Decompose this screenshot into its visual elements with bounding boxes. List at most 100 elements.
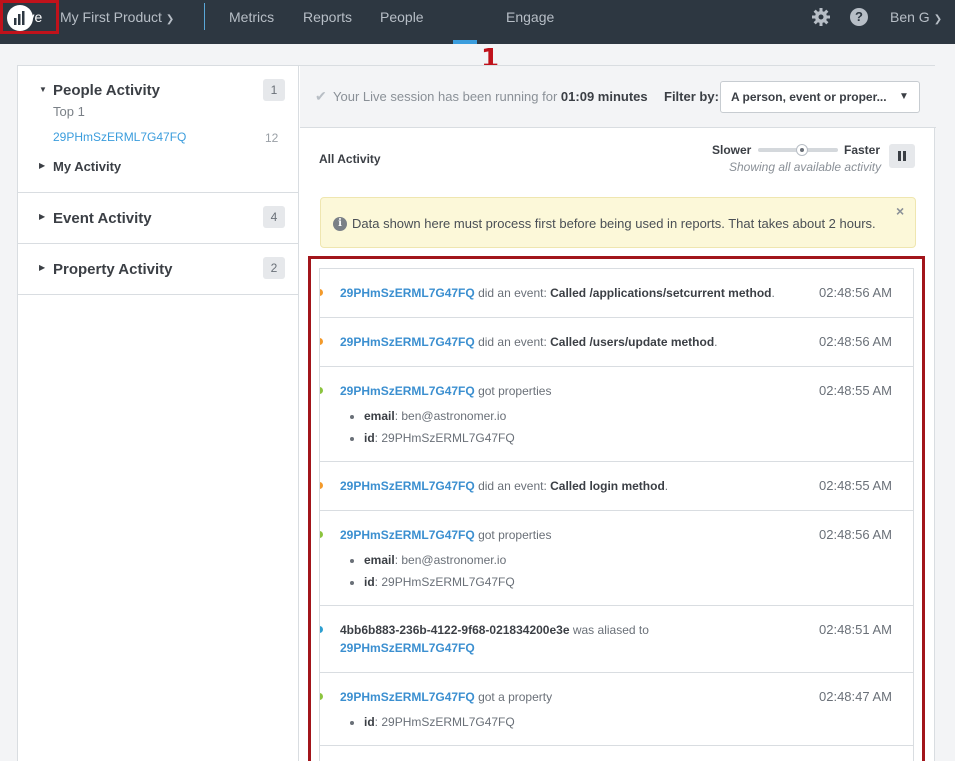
live-main: ✔ Your Live session has been running for… <box>300 66 936 761</box>
people-activity-subtitle: Top 1 <box>53 104 85 119</box>
user-link[interactable]: 29PHmSzERML7G47FQ <box>340 690 475 704</box>
product-name: My First Product <box>60 9 162 25</box>
activity-item: 29PHmSzERML7G47FQ did an event: Called /… <box>320 269 913 318</box>
nav-divider <box>204 3 205 30</box>
activity-time: 02:48:55 AM <box>819 383 892 398</box>
activity-verb: did an event: <box>478 286 547 300</box>
sidebar-people-activity[interactable]: ▼ People Activity 1 Top 1 29PHmSzERML7G4… <box>18 66 298 193</box>
activity-text: 29PHmSzERML7G47FQ got properties <box>340 384 551 398</box>
caret-right-icon: ▶ <box>39 212 46 221</box>
people-activity-title: People Activity <box>53 82 160 99</box>
activity-text: 29PHmSzERML7G47FQ <box>340 641 475 655</box>
activity-item: 4bb6b883-236b-4122-9f68-021834200e3e was… <box>320 606 913 673</box>
notice-text: Data shown here must process first befor… <box>352 216 876 231</box>
check-icon: ✔ <box>315 88 327 104</box>
info-icon: i <box>333 217 347 231</box>
property-value: 29PHmSzERML7G47FQ <box>381 715 515 729</box>
user-link[interactable]: 29PHmSzERML7G47FQ <box>340 641 475 655</box>
activity-verb: got properties <box>478 528 552 542</box>
top-user-link[interactable]: 29PHmSzERML7G47FQ <box>53 130 186 144</box>
activity-verb: was aliased to <box>572 623 649 637</box>
activity-feed: 29PHmSzERML7G47FQ did an event: Called /… <box>319 268 914 761</box>
event-name: Called login method <box>550 479 665 493</box>
all-activity-label: All Activity <box>319 152 381 166</box>
sidebar-property-activity[interactable]: ▶ Property Activity 2 <box>18 244 298 295</box>
nav-reports[interactable]: Reports <box>303 9 352 25</box>
activity-dot-icon <box>320 693 323 700</box>
event-name: Called /applications/setcurrent method <box>550 286 772 300</box>
sidebar-event-activity[interactable]: ▶ Event Activity 4 <box>18 193 298 244</box>
user-name: Ben G <box>890 9 930 25</box>
activity-text: 29PHmSzERML7G47FQ did an event: Called /… <box>340 286 775 300</box>
activity-dot-icon <box>320 387 323 394</box>
filter-select[interactable]: A person, event or proper... ▼ <box>720 81 920 113</box>
activity-dot-icon <box>320 482 323 489</box>
user-link[interactable]: 29PHmSzERML7G47FQ <box>340 286 475 300</box>
activity-text: 29PHmSzERML7G47FQ did an event: Called l… <box>340 479 669 493</box>
activity-item: 29PHmSzERML7G47FQ got properties email: b… <box>320 511 913 606</box>
alias-id: 4bb6b883-236b-4122-9f68-021834200e3e <box>340 623 570 637</box>
live-panel: ▼ People Activity 1 Top 1 29PHmSzERML7G4… <box>17 65 936 761</box>
property-item: id: 29PHmSzERML7G47FQ <box>350 431 515 445</box>
nav-engage[interactable]: Engage <box>506 9 554 25</box>
user-link[interactable]: 29PHmSzERML7G47FQ <box>340 384 475 398</box>
app-logo-icon[interactable] <box>7 5 33 31</box>
event-activity-count: 4 <box>263 206 285 228</box>
product-selector[interactable]: My First Product ❯ <box>60 9 174 25</box>
activity-time: 02:48:56 AM <box>819 527 892 542</box>
top-user-count: 12 <box>265 131 279 145</box>
property-item: id: 29PHmSzERML7G47FQ <box>350 715 515 729</box>
property-activity-title: Property Activity <box>53 261 173 278</box>
caret-down-icon: ▼ <box>899 91 909 102</box>
nav-metrics[interactable]: Metrics <box>229 9 274 25</box>
slower-label: Slower <box>712 143 752 157</box>
activity-verb: did an event: <box>478 335 547 349</box>
user-link[interactable]: 29PHmSzERML7G47FQ <box>340 335 475 349</box>
activity-item <box>320 746 913 761</box>
caret-right-icon: ▶ <box>39 263 46 272</box>
property-value: 29PHmSzERML7G47FQ <box>381 431 515 445</box>
activity-time: 02:48:55 AM <box>819 478 892 493</box>
activity-text: 4bb6b883-236b-4122-9f68-021834200e3e was… <box>340 623 649 637</box>
filter-value: A person, event or proper... <box>731 90 887 104</box>
people-activity-count: 1 <box>263 79 285 101</box>
active-tab-indicator <box>453 40 477 44</box>
activity-item: 29PHmSzERML7G47FQ got a property id: 29PH… <box>320 673 913 746</box>
activity-text: 29PHmSzERML7G47FQ got properties <box>340 528 551 542</box>
event-activity-title: Event Activity <box>53 210 152 227</box>
session-status: Your Live session has been running for 0… <box>333 89 648 104</box>
user-link[interactable]: 29PHmSzERML7G47FQ <box>340 528 475 542</box>
close-icon[interactable]: × <box>896 203 904 219</box>
activity-time: 02:48:47 AM <box>819 689 892 704</box>
activity-dot-icon <box>320 531 323 538</box>
activity-time: 02:48:56 AM <box>819 334 892 349</box>
my-activity-item[interactable]: My Activity <box>53 159 121 174</box>
chevron-down-icon: ❯ <box>933 14 943 25</box>
activity-dot-icon <box>320 289 323 296</box>
caret-right-icon: ▶ <box>39 161 46 170</box>
activity-item: 29PHmSzERML7G47FQ got properties email: b… <box>320 367 913 462</box>
nav-people[interactable]: People <box>380 9 424 25</box>
property-key: email <box>364 409 395 423</box>
gear-icon[interactable] <box>811 7 831 27</box>
top-nav: My First Product ❯ Metrics Reports People… <box>0 0 955 44</box>
user-link[interactable]: 29PHmSzERML7G47FQ <box>340 479 475 493</box>
user-menu[interactable]: Ben G ❯ <box>890 9 942 25</box>
status-bar: ✔ Your Live session has been running for… <box>300 66 936 128</box>
property-key: id <box>364 431 375 445</box>
speed-slider-handle[interactable] <box>796 144 808 156</box>
property-key: id <box>364 575 375 589</box>
activity-dot-icon <box>320 626 323 633</box>
pause-button[interactable] <box>889 144 915 168</box>
activity-verb: got properties <box>478 384 552 398</box>
activity-time: 02:48:51 AM <box>819 622 892 637</box>
sidebar: ▼ People Activity 1 Top 1 29PHmSzERML7G4… <box>18 66 299 761</box>
property-value: 29PHmSzERML7G47FQ <box>381 575 515 589</box>
help-icon[interactable]: ? <box>850 8 868 26</box>
property-value: ben@astronomer.io <box>401 553 507 567</box>
session-time: 01:09 minutes <box>560 89 648 104</box>
showing-note: Showing all available activity <box>729 160 882 174</box>
property-item: email: ben@astronomer.io <box>349 409 507 423</box>
filter-label: Filter by: <box>664 89 719 104</box>
activity-verb: got a property <box>478 690 553 704</box>
